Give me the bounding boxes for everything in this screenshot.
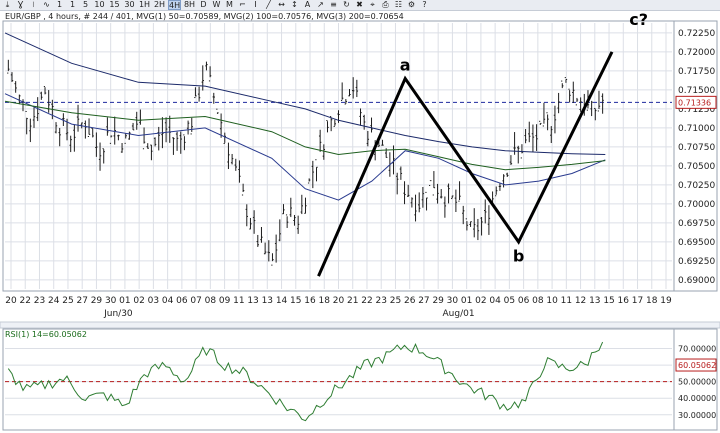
date-tick-label: 18	[646, 296, 658, 306]
date-tick-label: 12	[575, 296, 586, 306]
date-tick-label: 16	[304, 296, 316, 306]
rsi-last-label: 60.05062	[678, 361, 716, 370]
date-tick-label: 03	[148, 296, 159, 306]
panel-divider[interactable]	[0, 321, 720, 329]
date-tick-label: 01	[119, 296, 130, 306]
rsi-tick-label: 50.00000	[678, 378, 716, 387]
wave-label-b: b	[513, 247, 524, 266]
rsi-chart-title: RSI(1) 14=60.05062	[5, 330, 87, 339]
rsi-tick-label: 30.00000	[678, 411, 716, 420]
date-tick-label: 15	[290, 296, 301, 306]
date-tick-label: 10	[546, 296, 558, 306]
date-tick-label: 29	[432, 296, 444, 306]
date-tick-label: 22	[361, 296, 372, 306]
price-tick-label: 0.71750	[678, 67, 715, 77]
date-tick-label: 17	[632, 296, 643, 306]
date-tick-label: 26	[404, 296, 416, 306]
date-tick-label: 07	[190, 296, 201, 306]
last-price-label: 0.71336	[678, 98, 711, 107]
date-tick-label: 06	[518, 296, 530, 306]
chart-area: 0.69000 0.69250 0.69500 0.69750 0.70000 0.702…	[0, 10, 720, 431]
date-tick-label: 20	[333, 296, 345, 306]
wave-label-a: a	[400, 55, 411, 74]
rsi-tick-label: 70.00000	[678, 345, 716, 354]
date-tick-label: 16	[618, 296, 630, 306]
date-tick-label: 08	[532, 296, 544, 306]
date-tick-label: 27	[418, 296, 429, 306]
price-tick-label: 0.72000	[678, 48, 715, 58]
price-tick-label: 0.69750	[678, 219, 715, 229]
month-tick-label: Jun/30	[103, 309, 133, 319]
date-tick-label: 23	[375, 296, 386, 306]
date-tick-label: 22	[20, 296, 31, 306]
date-tick-label: 25	[390, 296, 401, 306]
date-tick-label: 30	[447, 296, 459, 306]
date-tick-label: 25	[62, 296, 73, 306]
price-tick-label: 0.70000	[678, 200, 715, 210]
date-tick-label: 15	[603, 296, 614, 306]
date-tick-label: 24	[48, 296, 60, 306]
date-tick-label: 13	[262, 296, 273, 306]
date-tick-label: 27	[76, 296, 87, 306]
date-tick-label: 21	[347, 296, 358, 306]
date-tick-label: 13	[589, 296, 600, 306]
wave-label-c: c?	[629, 10, 648, 29]
price-axis	[673, 20, 718, 292]
rsi-tick-label: 40.00000	[678, 394, 716, 403]
date-tick-label: 13	[247, 296, 258, 306]
price-tick-label: 0.71500	[678, 86, 715, 96]
date-tick-label: 06	[176, 296, 188, 306]
date-tick-label: 29	[91, 296, 103, 306]
date-tick-label: 08	[205, 296, 217, 306]
date-tick-label: 30	[105, 296, 117, 306]
price-tick-label: 0.70500	[678, 162, 715, 172]
date-tick-label: 23	[34, 296, 45, 306]
date-tick-label: 02	[475, 296, 486, 306]
date-tick-label: 14	[276, 296, 288, 306]
main-chart-title: EUR/GBP , 4 hours, # 244 / 401, MVG(1) 5…	[5, 12, 404, 21]
date-tick-label: 11	[233, 296, 244, 306]
date-tick-label: 11	[561, 296, 572, 306]
price-tick-label: 0.72250	[678, 29, 715, 39]
price-tick-label: 0.69250	[678, 257, 715, 267]
date-tick-label: 19	[660, 296, 672, 306]
date-tick-label: 02	[133, 296, 144, 306]
date-tick-label: 05	[504, 296, 515, 306]
date-tick-label: 09	[219, 296, 231, 306]
date-tick-label: 01	[461, 296, 472, 306]
price-tick-label: 0.70250	[678, 181, 715, 191]
date-tick-label: 20	[5, 296, 17, 306]
price-tick-label: 0.70750	[678, 143, 715, 153]
price-tick-label: 0.69500	[678, 238, 715, 248]
month-tick-label: Aug/01	[443, 309, 475, 319]
price-tick-label: 0.69000	[678, 276, 715, 286]
date-tick-label: 04	[162, 296, 174, 306]
date-tick-label: 18	[319, 296, 331, 306]
date-tick-label: 04	[489, 296, 501, 306]
price-tick-label: 0.71000	[678, 124, 715, 134]
